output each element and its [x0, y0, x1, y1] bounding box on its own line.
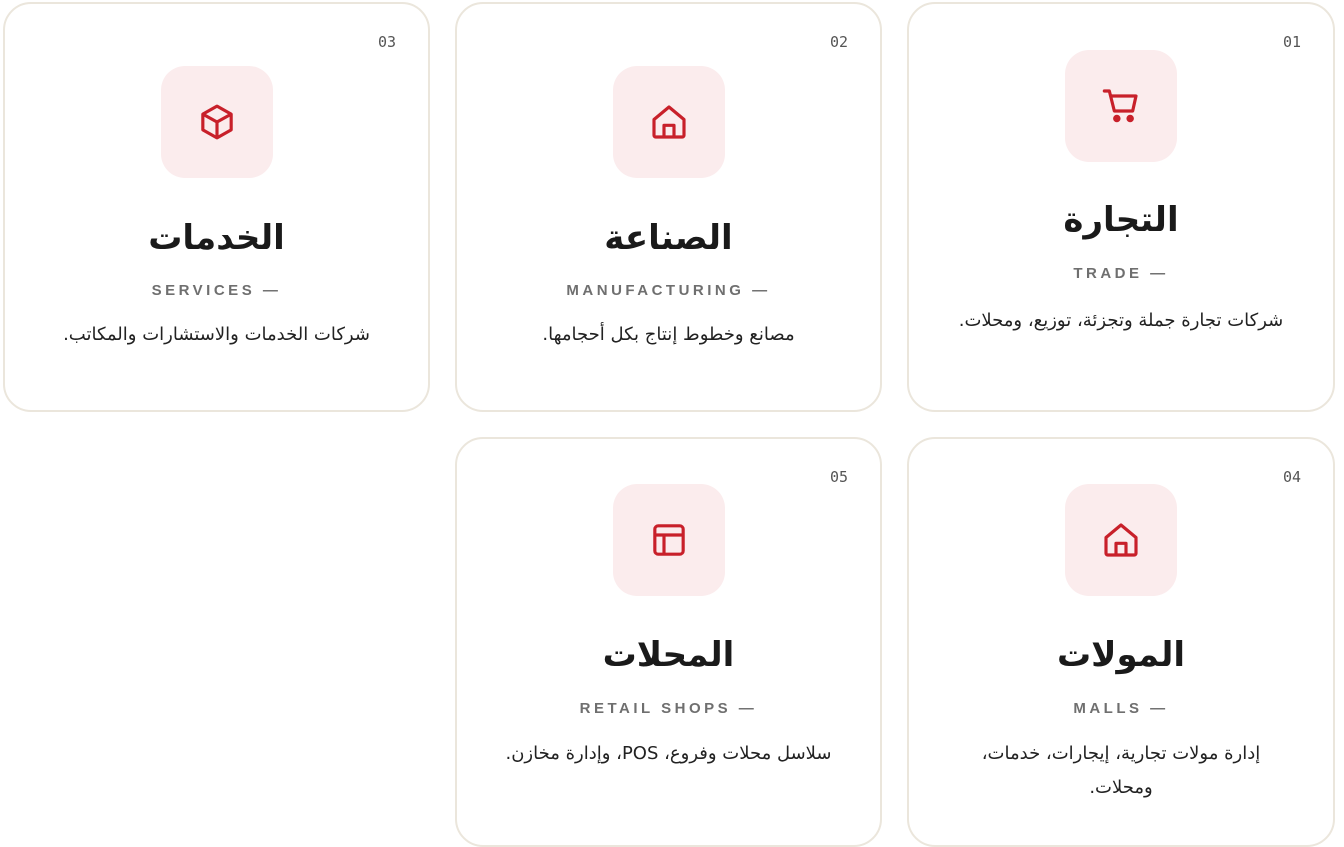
sector-card-services[interactable]: 03 الخدمات SERVICES — شركات الخدمات والا… — [3, 2, 430, 412]
card-subtitle: MALLS — — [1073, 700, 1169, 717]
card-subtitle: TRADE — — [1073, 265, 1169, 282]
layout-icon — [652, 524, 685, 556]
card-subtitle: RETAIL SHOPS — — [579, 700, 758, 717]
home-icon — [651, 105, 686, 139]
card-description: شركات الخدمات والاستشارات والمكاتب. — [63, 324, 370, 345]
card-subtitle: SERVICES — — [151, 282, 282, 299]
sector-card-trade[interactable]: 01 التجارة TRADE — شركات تجارة جملة وتجز… — [907, 2, 1335, 412]
card-number: 04 — [1282, 468, 1301, 486]
icon-box — [1065, 484, 1177, 596]
card-title: الخدمات — [148, 218, 285, 258]
sector-card-manufacturing[interactable]: 02 الصناعة MANUFACTURING — مصانع وخطوط إ… — [455, 2, 882, 412]
card-subtitle: MANUFACTURING — — [566, 282, 771, 299]
card-description: سلاسل محلات وفروع، POS، وإدارة مخازن. — [505, 743, 832, 764]
card-number: 02 — [829, 33, 848, 51]
card-description: إدارة مولات تجارية، إيجارات، خدمات، ومحل… — [981, 743, 1261, 798]
card-title: التجارة — [1063, 200, 1179, 240]
box-icon — [200, 104, 233, 140]
card-description: مصانع وخطوط إنتاج بكل أحجامها. — [542, 324, 795, 345]
cart-icon — [1102, 89, 1138, 123]
icon-box — [160, 66, 273, 178]
card-title: المحلات — [602, 635, 735, 675]
sector-card-retail-shops[interactable]: 05 المحلات RETAIL SHOPS — سلاسل محلات وف… — [455, 437, 882, 847]
card-title: المولات — [1056, 635, 1185, 675]
card-number: 03 — [377, 33, 396, 51]
card-number: 05 — [829, 468, 848, 486]
icon-box — [612, 484, 725, 596]
sector-card-malls[interactable]: 04 المولات MALLS — إدارة مولات تجارية، إ… — [907, 437, 1335, 847]
icon-box — [1065, 50, 1177, 162]
card-description: شركات تجارة جملة وتجزئة، توزيع، ومحلات. — [958, 310, 1284, 331]
icon-box — [612, 66, 725, 178]
home-icon — [1104, 523, 1138, 557]
card-number: 01 — [1282, 33, 1301, 51]
card-title: الصناعة — [604, 218, 733, 258]
